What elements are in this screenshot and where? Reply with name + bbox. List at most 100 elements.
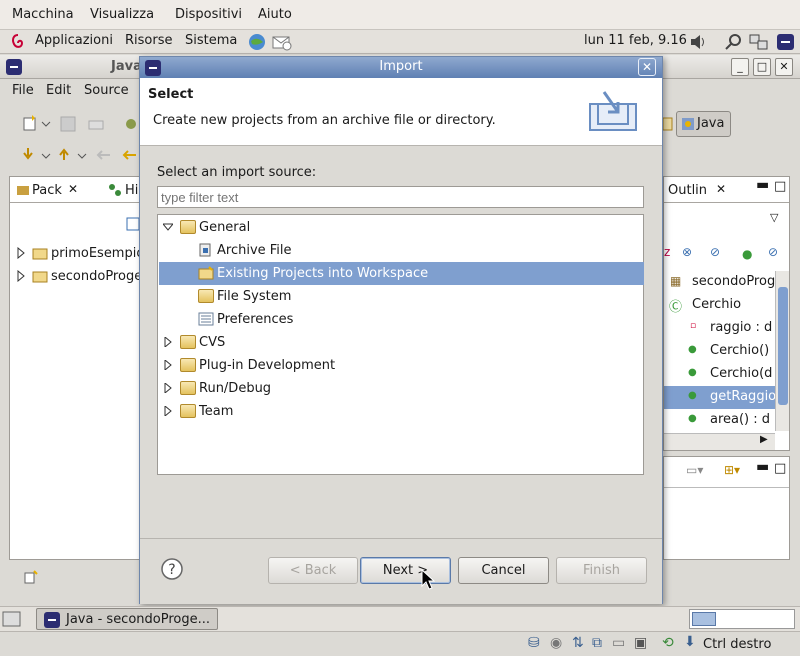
debian-logo-icon[interactable] xyxy=(8,32,28,52)
tree-item-team[interactable]: Team xyxy=(159,400,644,423)
panel-menu-applicazioni[interactable]: Applicazioni xyxy=(35,33,113,48)
debug-icon[interactable] xyxy=(124,116,138,132)
keyboard-capture-icon[interactable]: ⬇ xyxy=(684,634,696,650)
taskbar-item-eclipse[interactable]: Java - secondoProge... xyxy=(36,608,218,630)
vm-menu-aiuto[interactable]: Aiuto xyxy=(258,7,292,22)
collapsed-arrow-icon[interactable] xyxy=(163,383,173,393)
mail-client-icon[interactable] xyxy=(271,32,293,52)
hide-fields-icon[interactable]: ⊗ xyxy=(682,245,692,259)
java-perspective-button[interactable]: Java xyxy=(676,111,731,137)
outline-row[interactable]: ▫ raggio : d xyxy=(664,317,775,340)
preferences-icon xyxy=(198,312,214,326)
tree-item-preferences[interactable]: Preferences xyxy=(159,308,644,331)
volume-icon[interactable] xyxy=(688,33,710,51)
print-icon[interactable] xyxy=(88,116,104,132)
forward-nav-icon[interactable] xyxy=(120,148,138,162)
back-nav-icon[interactable] xyxy=(94,148,112,162)
save-icon[interactable] xyxy=(60,116,76,132)
usb-icon[interactable]: ⇅ xyxy=(572,635,584,651)
console-icon[interactable]: ▭▾ xyxy=(686,463,703,477)
minimize-view-icon[interactable]: ▬ xyxy=(756,459,769,475)
help-icon[interactable]: ? xyxy=(160,557,184,581)
hide-local-types-icon[interactable]: ⊘ xyxy=(768,245,778,259)
import-source-tree[interactable]: General Archive File Existing Projects i… xyxy=(157,214,644,475)
cd-dvd-icon[interactable]: ◉ xyxy=(550,635,562,651)
network-icon[interactable] xyxy=(749,33,769,51)
maximize-view-icon[interactable]: □ xyxy=(774,461,786,476)
tree-item-plugin-development[interactable]: Plug-in Development xyxy=(159,354,644,377)
new-view-icon[interactable]: ⊞▾ xyxy=(724,463,740,477)
new-wizard-icon[interactable] xyxy=(22,114,52,132)
eclipse-menu-edit[interactable]: Edit xyxy=(46,83,71,98)
vm-menu-macchina[interactable]: Macchina xyxy=(12,7,74,22)
tree-item-file-system[interactable]: File System xyxy=(159,285,644,308)
fast-view-icon[interactable] xyxy=(23,570,39,586)
expand-arrow-icon[interactable] xyxy=(16,270,26,282)
web-browser-icon[interactable] xyxy=(247,32,267,52)
expand-arrow-icon[interactable] xyxy=(16,247,26,259)
tab-package-explorer[interactable]: Pack xyxy=(32,183,62,198)
project-item[interactable]: primoEsempio xyxy=(14,243,144,265)
workspace-switcher[interactable] xyxy=(689,609,795,629)
tree-item-archive-file[interactable]: Archive File xyxy=(159,239,644,262)
prev-annotation-icon[interactable] xyxy=(58,146,88,164)
collapsed-arrow-icon[interactable] xyxy=(163,360,173,370)
cancel-button[interactable]: Cancel xyxy=(458,557,549,584)
hide-static-icon[interactable]: ⊘ xyxy=(710,245,720,259)
finish-button[interactable]: Finish xyxy=(556,557,647,584)
outline-vscrollbar[interactable] xyxy=(775,271,789,431)
panel-menu-risorse[interactable]: Risorse xyxy=(125,33,173,48)
outline-row-selected[interactable]: ● getRaggio xyxy=(664,386,775,409)
maximize-button[interactable]: □ xyxy=(753,58,771,76)
minimize-view-icon[interactable]: ▬ xyxy=(756,177,769,193)
filter-input[interactable] xyxy=(157,186,644,208)
network-adapter-icon[interactable]: ⧉ xyxy=(592,635,602,651)
collapse-all-icon[interactable] xyxy=(126,217,140,231)
tab-outline[interactable]: Outlin xyxy=(668,183,707,198)
vm-menu-visualizza[interactable]: Visualizza xyxy=(90,7,154,22)
hide-nonpublic-icon[interactable]: ● xyxy=(742,247,752,261)
mouse-integration-icon[interactable]: ⟲ xyxy=(662,635,674,651)
project-item[interactable]: secondoProge xyxy=(14,266,142,288)
shared-folders-icon[interactable]: ▭ xyxy=(612,635,625,651)
vm-menu-dispositivi[interactable]: Dispositivi xyxy=(175,7,242,22)
panel-menu-sistema[interactable]: Sistema xyxy=(185,33,237,48)
tree-item-cvs[interactable]: CVS xyxy=(159,331,644,354)
tree-item-existing-projects[interactable]: Existing Projects into Workspace xyxy=(159,262,644,285)
tree-item-run-debug[interactable]: Run/Debug xyxy=(159,377,644,400)
outline-row[interactable]: ● Cerchio() xyxy=(664,340,775,363)
scrollbar-thumb[interactable] xyxy=(778,287,788,405)
panel-clock[interactable]: lun 11 feb, 9.16 xyxy=(584,33,687,48)
outline-row[interactable]: ● area() : d xyxy=(664,409,775,431)
outline-row[interactable]: ▦ secondoProg xyxy=(664,271,775,294)
minimize-button[interactable]: _ xyxy=(731,58,749,76)
scroll-right-icon[interactable]: ▶ xyxy=(760,434,768,445)
collapsed-arrow-icon[interactable] xyxy=(163,337,173,347)
eclipse-tray-icon[interactable] xyxy=(776,33,796,51)
outline-row[interactable]: ● Cerchio(d xyxy=(664,363,775,386)
close-tab-icon[interactable]: ✕ xyxy=(68,182,78,196)
tab-hierarchy[interactable]: Hi xyxy=(125,183,138,198)
workspace-1[interactable] xyxy=(692,612,716,626)
outline-row[interactable]: Ⓒ Cerchio xyxy=(664,294,775,317)
eclipse-menu-file[interactable]: File xyxy=(12,83,34,98)
hard-disk-icon[interactable]: ⛁ xyxy=(528,635,540,651)
sort-icon[interactable]: z xyxy=(664,245,670,259)
eclipse-menu-source[interactable]: Source xyxy=(84,83,129,98)
tree-item-general[interactable]: General xyxy=(159,216,644,239)
maximize-view-icon[interactable]: □ xyxy=(774,179,786,194)
close-window-button[interactable]: ✕ xyxy=(775,58,793,76)
open-perspective-icon[interactable] xyxy=(663,116,673,132)
back-button[interactable]: < Back xyxy=(268,557,358,584)
show-desktop-icon[interactable] xyxy=(2,610,22,628)
view-menu-icon[interactable]: ▽ xyxy=(770,211,778,224)
next-annotation-icon[interactable] xyxy=(22,146,52,164)
close-outline-icon[interactable]: ✕ xyxy=(716,182,726,196)
next-button[interactable]: Next > xyxy=(360,557,451,584)
search-icon[interactable] xyxy=(724,33,742,51)
capture-icon[interactable]: ▣ xyxy=(634,635,647,651)
expanded-arrow-icon[interactable] xyxy=(163,222,173,232)
collapsed-arrow-icon[interactable] xyxy=(163,406,173,416)
dialog-close-button[interactable]: ✕ xyxy=(638,58,656,76)
outline-hscrollbar[interactable]: ▶ xyxy=(664,433,775,450)
